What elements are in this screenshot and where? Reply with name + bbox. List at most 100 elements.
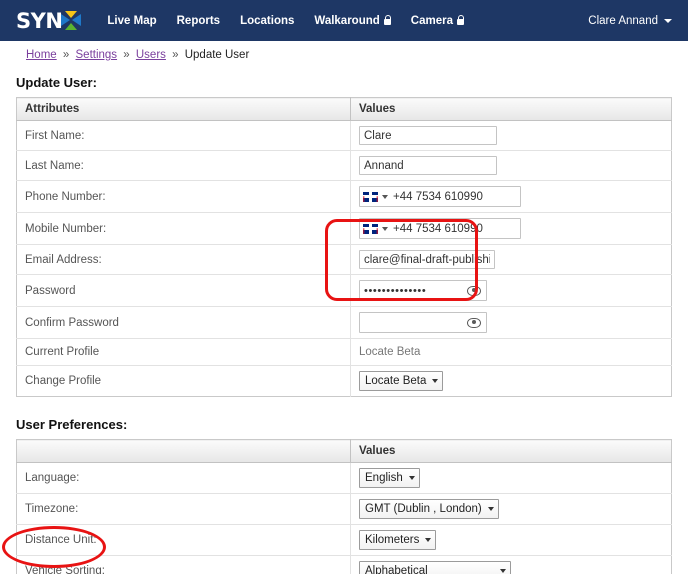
row-value — [350, 244, 672, 275]
table-row-mobile-number: Mobile Number: +44 7534 610990 — [16, 212, 672, 245]
nav-item-locations[interactable]: Locations — [240, 15, 294, 27]
breadcrumb: Home » Settings » Users » Update User — [0, 41, 688, 61]
change-profile-select[interactable]: Locate Beta — [359, 371, 444, 391]
table-header-row: Attributes Values — [16, 97, 672, 121]
column-header-values: Values — [350, 97, 672, 121]
chevron-down-icon — [500, 569, 506, 573]
breadcrumb-link-home[interactable]: Home — [26, 49, 57, 61]
current-profile-value: Locate Beta — [359, 346, 421, 358]
nav-item-walkaround[interactable]: Walkaround — [314, 14, 392, 27]
last-name-input[interactable] — [359, 156, 497, 175]
nav-label: Walkaround — [314, 14, 380, 27]
breadcrumb-current: Update User — [184, 49, 250, 61]
row-label: Phone Number: — [16, 180, 351, 213]
row-value: Alphabetical — [350, 555, 672, 574]
mobile-number-value: +44 7534 610990 — [393, 222, 483, 235]
nav-item-reports[interactable]: Reports — [177, 15, 220, 27]
table-row-timezone: Timezone: GMT (Dublin , London) — [16, 493, 672, 525]
vehicle-sorting-select[interactable]: Alphabetical — [359, 561, 511, 574]
row-value: +44 7534 610990 — [350, 180, 672, 213]
row-label: Confirm Password — [16, 306, 351, 339]
eye-icon[interactable] — [467, 285, 481, 296]
lock-icon — [383, 14, 392, 25]
logo-text: SYN — [16, 8, 63, 33]
row-label: Last Name: — [16, 150, 351, 181]
row-label: First Name: — [16, 120, 351, 151]
phone-number-field[interactable]: +44 7534 610990 — [359, 186, 521, 207]
row-value — [350, 150, 672, 181]
row-value: Locate Beta — [350, 338, 672, 366]
x-triangles-logo-icon — [61, 11, 82, 30]
timezone-select[interactable]: GMT (Dublin , London) — [359, 499, 499, 519]
column-header-attributes — [16, 439, 351, 463]
chevron-down-icon — [382, 226, 388, 231]
nav-label: Live Map — [107, 14, 157, 27]
user-preferences-table: Values Language: English Timezone: GMT (… — [16, 439, 672, 574]
change-profile-selected-value: Locate Beta — [365, 375, 427, 387]
chevron-down-icon — [432, 379, 439, 383]
confirm-password-field[interactable] — [359, 312, 487, 333]
primary-nav: Live Map Reports Locations Walkaround Ca… — [107, 14, 465, 27]
nav-item-live-map[interactable]: Live Map — [107, 15, 156, 27]
table-row-current-profile: Current Profile Locate Beta — [16, 338, 672, 366]
uk-flag-icon — [363, 191, 378, 202]
update-user-table: Attributes Values First Name: Last Name:… — [16, 97, 672, 397]
row-label: Language: — [16, 462, 351, 494]
row-label: Vehicle Sorting: — [16, 555, 351, 574]
table-row-password: Password •••••••••••••• — [16, 274, 672, 307]
row-value: +44 7534 610990 — [350, 212, 672, 245]
eye-icon[interactable] — [467, 317, 481, 328]
vehicle-sorting-selected-value: Alphabetical — [365, 565, 428, 574]
nav-label: Locations — [240, 14, 295, 27]
preferences-title: User Preferences: — [16, 417, 128, 432]
synx-logo[interactable]: SYN — [16, 8, 82, 33]
mobile-number-field[interactable]: +44 7534 610990 — [359, 218, 521, 239]
row-value: English — [350, 462, 672, 494]
nav-label: Reports — [176, 14, 221, 27]
breadcrumb-link-users[interactable]: Users — [136, 49, 166, 61]
breadcrumb-separator: » — [62, 49, 70, 61]
chevron-down-icon — [487, 507, 494, 511]
table-row-last-name: Last Name: — [16, 150, 672, 181]
language-select[interactable]: English — [359, 468, 420, 488]
row-label: Timezone: — [16, 493, 351, 525]
language-selected-value: English — [365, 472, 403, 484]
page-content: Update User: Attributes Values First Nam… — [0, 75, 688, 574]
nav-item-camera[interactable]: Camera — [410, 14, 465, 27]
table-row-confirm-password: Confirm Password — [16, 306, 672, 339]
phone-number-value: +44 7534 610990 — [393, 190, 483, 203]
user-menu-label: Clare Annand — [588, 14, 658, 27]
distance-unit-select[interactable]: Kilometers — [359, 530, 437, 550]
first-name-input[interactable] — [359, 126, 497, 145]
breadcrumb-link-settings[interactable]: Settings — [76, 49, 118, 61]
top-navigation-bar: SYN Live Map Reports Locations Walkaroun… — [0, 0, 688, 41]
row-value: •••••••••••••• — [350, 274, 672, 307]
timezone-selected-value: GMT (Dublin , London) — [365, 503, 482, 515]
user-menu[interactable]: Clare Annand — [588, 15, 672, 27]
page-title: Update User: — [16, 75, 97, 90]
row-label: Change Profile — [16, 365, 351, 397]
chevron-down-icon — [664, 18, 672, 23]
password-masked-value: •••••••••••••• — [364, 284, 427, 297]
table-row-first-name: First Name: — [16, 120, 672, 151]
row-label: Email Address: — [16, 244, 351, 275]
table-row-email-address: Email Address: — [16, 244, 672, 275]
column-header-values: Values — [350, 439, 672, 463]
row-label: Mobile Number: — [16, 212, 351, 245]
password-field[interactable]: •••••••••••••• — [359, 280, 487, 301]
row-value — [350, 306, 672, 339]
table-row-change-profile: Change Profile Locate Beta — [16, 365, 672, 397]
table-row-phone-number: Phone Number: +44 7534 610990 — [16, 180, 672, 213]
row-value: GMT (Dublin , London) — [350, 493, 672, 525]
row-value — [350, 120, 672, 151]
table-row-language: Language: English — [16, 462, 672, 494]
distance-unit-selected-value: Kilometers — [365, 534, 420, 546]
breadcrumb-separator: » — [172, 49, 179, 61]
nav-label: Camera — [410, 14, 453, 27]
chevron-down-icon — [382, 194, 388, 199]
column-header-attributes: Attributes — [16, 97, 351, 121]
email-address-input[interactable] — [359, 250, 495, 269]
lock-icon — [456, 14, 465, 25]
uk-flag-icon — [363, 223, 378, 234]
row-value: Locate Beta — [350, 365, 672, 397]
